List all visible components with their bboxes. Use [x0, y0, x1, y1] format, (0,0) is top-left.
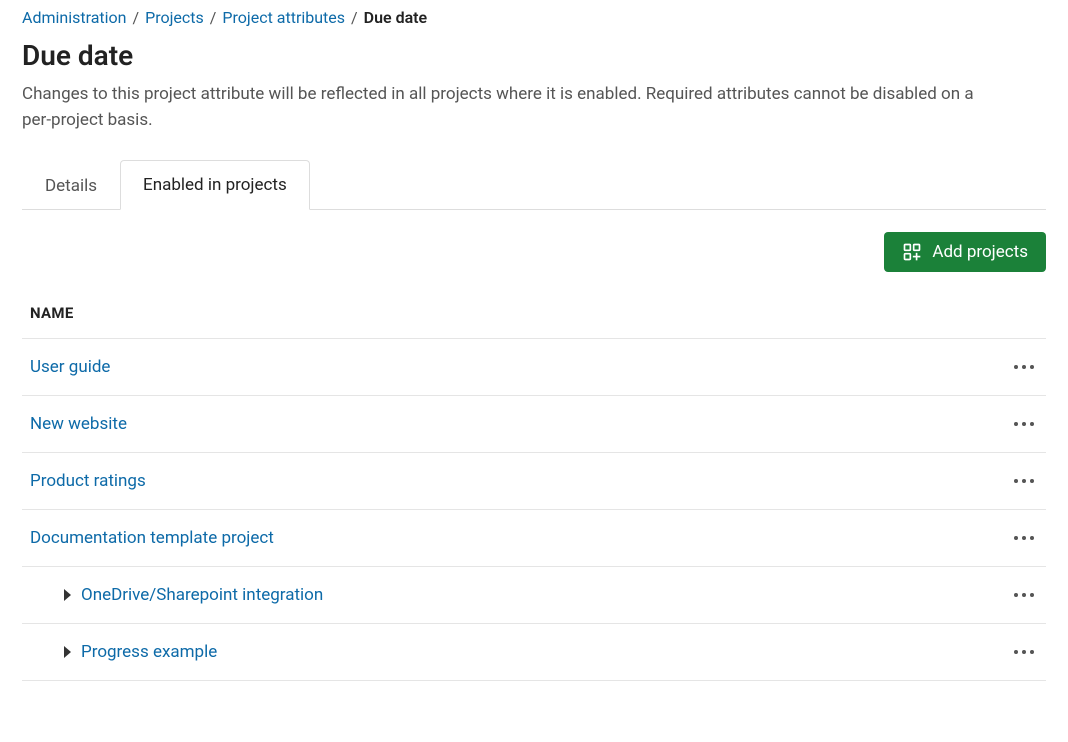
breadcrumb-separator: /: [133, 8, 140, 27]
tab-details[interactable]: Details: [22, 161, 120, 210]
project-link[interactable]: New website: [30, 414, 1010, 434]
table-row: Progress example: [22, 623, 1046, 680]
table-row: New website: [22, 395, 1046, 452]
row-actions-menu-icon[interactable]: [1010, 589, 1038, 601]
tab-enabled-in-projects[interactable]: Enabled in projects: [120, 160, 310, 210]
toolbar: Add projects: [22, 232, 1046, 272]
expand-caret-icon[interactable]: [64, 589, 71, 601]
breadcrumb-link-projects[interactable]: Projects: [145, 8, 204, 27]
row-actions-menu-icon[interactable]: [1010, 532, 1038, 544]
table-row: User guide: [22, 338, 1046, 395]
project-link[interactable]: Progress example: [81, 642, 1010, 662]
project-link[interactable]: User guide: [30, 357, 1010, 377]
breadcrumb-current: Due date: [364, 8, 428, 27]
projects-table: NAME User guide New website Product rating…: [22, 294, 1046, 681]
breadcrumb-separator: /: [210, 8, 217, 27]
add-projects-label: Add projects: [932, 242, 1028, 262]
tabs: Details Enabled in projects: [22, 159, 1046, 210]
add-projects-button[interactable]: Add projects: [884, 232, 1046, 272]
table-header-name: NAME: [22, 294, 1046, 338]
row-actions-menu-icon[interactable]: [1010, 418, 1038, 430]
breadcrumb-link-project-attributes[interactable]: Project attributes: [222, 8, 345, 27]
page-description: Changes to this project attribute will b…: [22, 82, 1002, 133]
project-link[interactable]: OneDrive/Sharepoint integration: [81, 585, 1010, 605]
project-link[interactable]: Documentation template project: [30, 528, 1010, 548]
table-row: Product ratings: [22, 452, 1046, 509]
breadcrumb-link-administration[interactable]: Administration: [22, 8, 127, 27]
table-row: OneDrive/Sharepoint integration: [22, 566, 1046, 623]
table-row: Documentation template project: [22, 509, 1046, 566]
page-title: Due date: [22, 39, 1046, 72]
row-actions-menu-icon[interactable]: [1010, 646, 1038, 658]
expand-caret-icon[interactable]: [64, 646, 71, 658]
row-actions-menu-icon[interactable]: [1010, 475, 1038, 487]
add-projects-icon: [902, 242, 922, 262]
row-actions-menu-icon[interactable]: [1010, 361, 1038, 373]
breadcrumb-separator: /: [351, 8, 358, 27]
project-link[interactable]: Product ratings: [30, 471, 1010, 491]
breadcrumb: Administration / Projects / Project attr…: [22, 8, 1046, 27]
